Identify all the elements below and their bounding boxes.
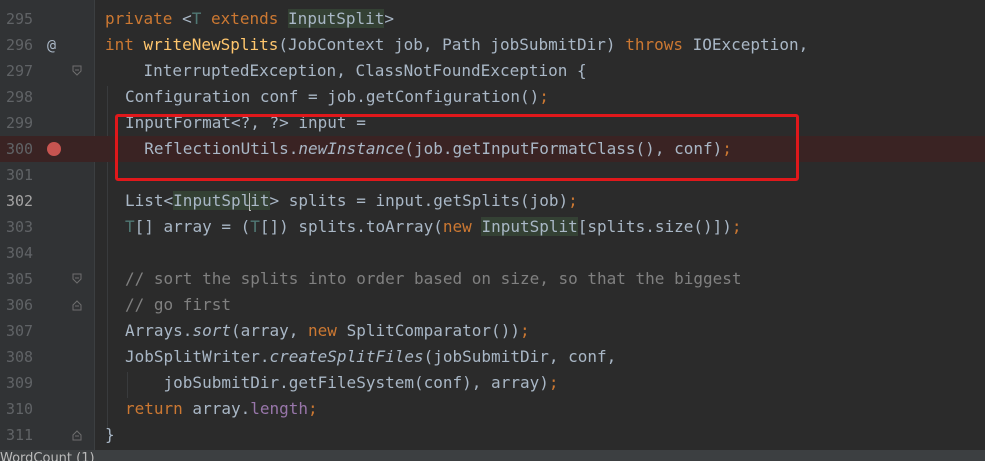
annotation-highlight-box — [115, 114, 799, 181]
line-number: 311 — [6, 426, 34, 444]
line-number: 297 — [6, 62, 34, 80]
line-number: 310 — [6, 400, 34, 418]
code-line-308[interactable]: 308 JobSplitWriter.createSplitFiles(jobS… — [0, 344, 985, 370]
code-line-297[interactable]: 297 InterruptedException, ClassNotFoundE… — [0, 58, 985, 84]
line-number: 296 — [6, 36, 34, 54]
code-text: jobSubmitDir.getFileSystem(conf), array)… — [125, 373, 559, 392]
code-line-306[interactable]: 306 // go first — [0, 292, 985, 318]
code-comment: // go first — [125, 295, 231, 314]
code-line-296[interactable]: 296 @ int writeNewSplits(JobContext job,… — [0, 32, 985, 58]
code-line-310[interactable]: 310 return array.length; — [0, 396, 985, 422]
line-number: 303 — [6, 218, 34, 236]
code-line-302[interactable]: 302 List<InputSplit> splits = input.getS… — [0, 188, 985, 214]
code-text: return array.length; — [125, 399, 318, 418]
code-text: List<InputSplit> splits = input.getSplit… — [125, 191, 578, 211]
code-text: int writeNewSplits(JobContext job, Path … — [105, 35, 809, 54]
code-line-303[interactable]: 303 T[] array = (T[]) splits.toArray(new… — [0, 214, 985, 240]
breakpoint-icon[interactable] — [47, 142, 61, 156]
code-line-311[interactable]: 311 } — [0, 422, 985, 448]
code-text: private <T extends InputSplit> — [105, 9, 395, 28]
line-number: 295 — [6, 10, 34, 28]
line-number: 298 — [6, 88, 34, 106]
code-line-304[interactable]: 304 — [0, 240, 985, 266]
code-text: InterruptedException, ClassNotFoundExcep… — [105, 61, 587, 80]
line-number: 304 — [6, 244, 34, 262]
code-line-295[interactable]: 295 private <T extends InputSplit> — [0, 6, 985, 32]
code-text: Configuration conf = job.getConfiguratio… — [125, 87, 549, 106]
override-marker-icon[interactable]: @ — [47, 32, 56, 58]
line-number: 305 — [6, 270, 34, 288]
code-line-309[interactable]: 309 jobSubmitDir.getFileSystem(conf), ar… — [0, 370, 985, 396]
fold-open-icon[interactable] — [72, 273, 82, 285]
line-number: 307 — [6, 322, 34, 340]
run-config-label: WordCount (1) — [0, 451, 95, 461]
line-number: 300 — [6, 140, 34, 158]
code-line-307[interactable]: 307 Arrays.sort(array, new SplitComparat… — [0, 318, 985, 344]
line-number: 302 — [6, 192, 34, 210]
line-number: 308 — [6, 348, 34, 366]
code-line-298[interactable]: 298 Configuration conf = job.getConfigur… — [0, 84, 985, 110]
line-number: 301 — [6, 166, 34, 184]
code-text: T[] array = (T[]) splits.toArray(new Inp… — [125, 217, 742, 236]
code-comment: // sort the splits into order based on s… — [125, 269, 742, 288]
code-text: JobSplitWriter.createSplitFiles(jobSubmi… — [125, 347, 617, 366]
code-line-305[interactable]: 305 // sort the splits into order based … — [0, 266, 985, 292]
line-number: 306 — [6, 296, 34, 314]
code-editor[interactable]: 295 private <T extends InputSplit> 296 @… — [0, 0, 985, 450]
code-text: } — [105, 425, 115, 444]
fold-close-icon[interactable] — [72, 299, 82, 311]
run-tool-window-tab[interactable]: WordCount (1) — [0, 450, 985, 461]
line-number: 299 — [6, 114, 34, 132]
line-number: 309 — [6, 374, 34, 392]
fold-open-icon[interactable] — [72, 65, 82, 77]
fold-close-icon[interactable] — [72, 429, 82, 441]
code-text: Arrays.sort(array, new SplitComparator()… — [125, 321, 530, 340]
